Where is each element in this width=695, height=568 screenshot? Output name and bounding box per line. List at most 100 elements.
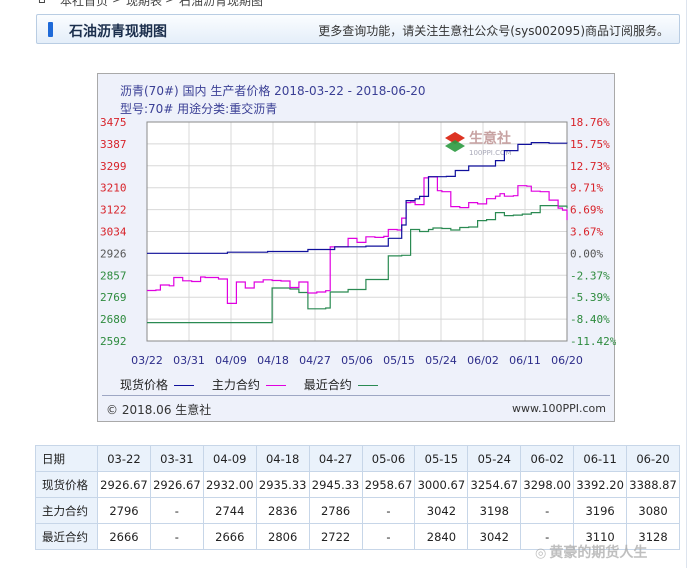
chart-footer-source: © 2018.06 生意社: [106, 401, 211, 418]
y-tick-label-right: 12.73%: [570, 160, 610, 173]
legend-label: 主力合约: [211, 378, 260, 392]
table-header-cell: 03-22: [97, 445, 151, 472]
x-tick-label: 05/06: [341, 354, 373, 367]
price-chart: 生意社 100PPI.COM 3475 18.76%3387 15.75%3299 1…: [100, 116, 616, 367]
legend-label: 最近合约: [303, 378, 352, 392]
table-cell: -: [361, 497, 416, 524]
table-header-cell: 03-31: [149, 445, 204, 472]
table-cell: 2666: [202, 523, 257, 550]
table-header-row: 日期 03-22 03-31 04-09 04-18 04-27 05-06 05-15 05-…: [35, 445, 680, 472]
table-cell: 2935.33: [255, 471, 310, 498]
table-cell: 3042: [467, 523, 522, 550]
x-tick-label: 04/27: [299, 354, 331, 367]
table-cell: 2836: [255, 497, 310, 524]
legend-item: 现货价格: [120, 376, 195, 393]
table-cell: 2666: [97, 523, 151, 550]
weibo-icon: ◎: [535, 546, 547, 561]
table-cell: 2958.67: [361, 471, 416, 498]
y-tick-label-left: 3475: [100, 116, 127, 129]
chart-title: 沥青(70#) 国内 生产者价格 2018-03-22 - 2018-06-20: [120, 84, 426, 98]
table-header-cell: 06-20: [626, 445, 680, 472]
y-tick-label-left: 2857: [100, 269, 127, 282]
x-tick-label: 05/15: [383, 354, 415, 367]
y-tick-label-left: 3387: [100, 138, 127, 151]
y-tick-label-right: 0.00%: [570, 247, 603, 260]
y-tick-label-right: -8.40%: [570, 313, 610, 326]
table-cell: -: [361, 523, 416, 550]
y-tick-label-right: 6.69%: [570, 204, 603, 217]
table-cell: 3298.00: [520, 471, 575, 498]
table-header-cell: 05-06: [361, 445, 416, 472]
y-tick-label-right: -11.42%: [570, 335, 616, 348]
table-cell: 2722: [308, 523, 363, 550]
table-cell: 3388.87: [626, 471, 680, 498]
y-tick-label-left: 2592: [100, 335, 127, 348]
chart-subtitle: 型号:70# 用途分类:重交沥青: [120, 102, 278, 116]
legend-label: 现货价格: [120, 378, 169, 392]
table-row-header: 主力合约: [35, 497, 98, 524]
x-tick-label: 03/31: [173, 354, 205, 367]
x-tick-label: 06/20: [551, 354, 583, 367]
x-tick-label: 06/02: [467, 354, 499, 367]
legend-swatch: [265, 385, 286, 386]
watermark: ◎ 黄豪的期货人生: [535, 542, 647, 562]
breadcrumb-current: 石油沥青现期图: [179, 0, 264, 8]
table-cell: 3196: [573, 497, 628, 524]
table-row: 主力合约 2796-2744 2836 2786-3042 3198-3196 3080: [35, 497, 680, 524]
breadcrumb-home-link[interactable]: 本社首页: [60, 0, 108, 9]
breadcrumb: ⌂ 本社首页 > 现期表 > 石油沥青现期图: [0, 0, 695, 8]
y-tick-label-right: 3.67%: [570, 226, 603, 239]
y-tick-label-right: 15.75%: [570, 138, 610, 151]
table-cell: 3254.67: [467, 471, 522, 498]
y-tick-label-left: 3034: [100, 226, 127, 239]
x-tick-label: 06/11: [509, 354, 541, 367]
table-cell: 2926.67: [149, 471, 204, 498]
y-tick-label-right: 9.71%: [570, 182, 603, 195]
legend-item: 主力合约: [212, 376, 286, 393]
table-cell: 2806: [255, 523, 310, 550]
header-accent-bar: [48, 22, 53, 37]
table-header-cell: 04-09: [202, 445, 257, 472]
chart-legend: 现货价格 主力合约 最近合约: [120, 376, 392, 393]
table-row-header: 现货价格: [35, 471, 98, 498]
table-cell: 2926.67: [97, 471, 151, 498]
page-divider: [686, 0, 687, 568]
breadcrumb-separator: >: [165, 0, 175, 6]
chart-panel: 生意社 100PPI.COM 3475 18.76% 3387 15.75% 3299 1…: [97, 73, 616, 422]
x-tick-label: 04/09: [215, 354, 247, 367]
table-cell: 3198: [467, 497, 522, 524]
table-row-header: 最近合约: [35, 523, 98, 550]
y-tick-label-right: 18.76%: [570, 116, 610, 129]
table-cell: 3000.67: [414, 471, 469, 498]
y-tick-label-left: 3122: [100, 204, 127, 217]
y-tick-label-left: 2680: [100, 313, 127, 326]
table-row: 现货价格 2926.67 2926.67 2932.00 2935.33 2945.33 2…: [35, 471, 680, 498]
legend-swatch: [174, 385, 195, 386]
legend-item: 最近合约: [304, 376, 378, 393]
table-cell: 3042: [414, 497, 469, 524]
y-tick-label-left: 3210: [100, 182, 127, 195]
chart-footer-source-text: 2018.06 生意社: [121, 403, 212, 417]
table-cell: 3392.20: [573, 471, 628, 498]
y-tick-label-right: -2.37%: [570, 269, 610, 282]
table-header-cell: 06-11: [573, 445, 628, 472]
table-cell: 2796: [97, 497, 151, 524]
breadcrumb-separator: >: [112, 0, 122, 6]
subscription-notice: 更多查询功能，请关注生意社公众号(sys002095)商品订阅服务。: [318, 24, 669, 38]
breadcrumb-section-link[interactable]: 现期表: [126, 0, 162, 9]
x-tick-label: 03/22: [131, 354, 163, 367]
x-tick-label: 04/18: [257, 354, 289, 367]
page-title: 石油沥青现期图: [69, 24, 167, 40]
watermark-text: 黄豪的期货人生: [549, 545, 648, 561]
table-cell: 2744: [202, 497, 257, 524]
y-tick-label-left: 3299: [100, 160, 127, 173]
chart-footer-site-link[interactable]: www.100PPI.com: [512, 402, 606, 415]
copyright-icon: ©: [106, 403, 118, 417]
table-header-cell: 05-15: [414, 445, 469, 472]
table-header-cell: 日期: [35, 445, 98, 472]
table-header-cell: 05-24: [467, 445, 522, 472]
table-header-cell: 04-18: [255, 445, 310, 472]
page-header: 石油沥青现期图 更多查询功能，请关注生意社公众号(sys002095)商品订阅服…: [36, 14, 680, 44]
y-tick-label-left: 2769: [100, 291, 127, 304]
table-cell: 2840: [414, 523, 469, 550]
